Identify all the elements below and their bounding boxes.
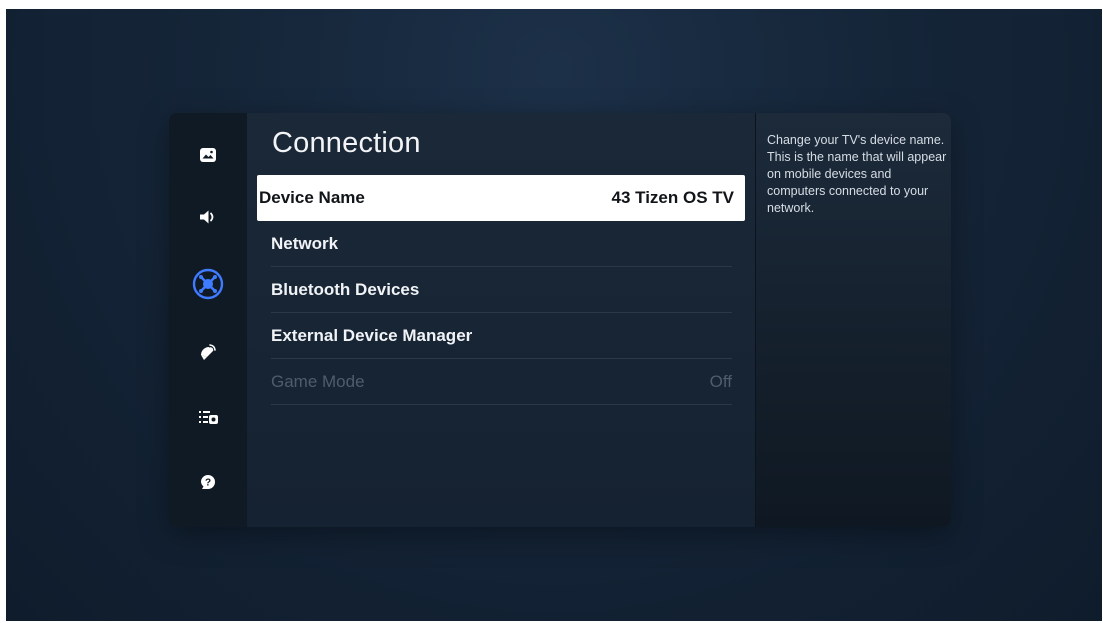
- connection-menu: Device Name 43 Tizen OS TV Network Bluet…: [257, 175, 745, 405]
- settings-category-rail: ?: [169, 113, 247, 527]
- help-text: Change your TV's device name. This is th…: [767, 133, 947, 215]
- menu-item-label: Game Mode: [271, 372, 365, 391]
- menu-item-label: Bluetooth Devices: [271, 280, 420, 299]
- menu-item-bluetooth-devices[interactable]: Bluetooth Devices: [257, 267, 745, 313]
- help-pane: Change your TV's device name. This is th…: [755, 113, 951, 527]
- page-title: Connection: [272, 127, 421, 159]
- svg-text:?: ?: [205, 478, 211, 489]
- menu-item-network[interactable]: Network: [257, 221, 745, 267]
- menu-item-device-name[interactable]: Device Name 43 Tizen OS TV: [257, 175, 745, 221]
- settings-panel: ? Connection Device Name 43 Tizen OS TV …: [169, 113, 951, 527]
- menu-item-label: Device Name: [259, 188, 365, 207]
- support-icon[interactable]: ?: [192, 465, 224, 497]
- menu-item-label: External Device Manager: [271, 326, 473, 345]
- tv-screen: ? Connection Device Name 43 Tizen OS TV …: [6, 9, 1102, 621]
- picture-icon[interactable]: [192, 139, 224, 171]
- connection-icon[interactable]: [192, 268, 224, 300]
- menu-item-label: Network: [271, 234, 339, 253]
- menu-item-external-device-manager[interactable]: External Device Manager: [257, 313, 745, 359]
- broadcasting-icon[interactable]: [192, 336, 224, 368]
- menu-item-value: Off: [709, 372, 732, 391]
- settings-main-pane: Connection Device Name 43 Tizen OS TV Ne…: [247, 113, 755, 527]
- sound-icon[interactable]: [192, 201, 224, 233]
- menu-item-game-mode: Game Mode Off: [257, 359, 745, 405]
- general-icon[interactable]: [192, 401, 224, 433]
- menu-item-value: 43 Tizen OS TV: [611, 188, 734, 207]
